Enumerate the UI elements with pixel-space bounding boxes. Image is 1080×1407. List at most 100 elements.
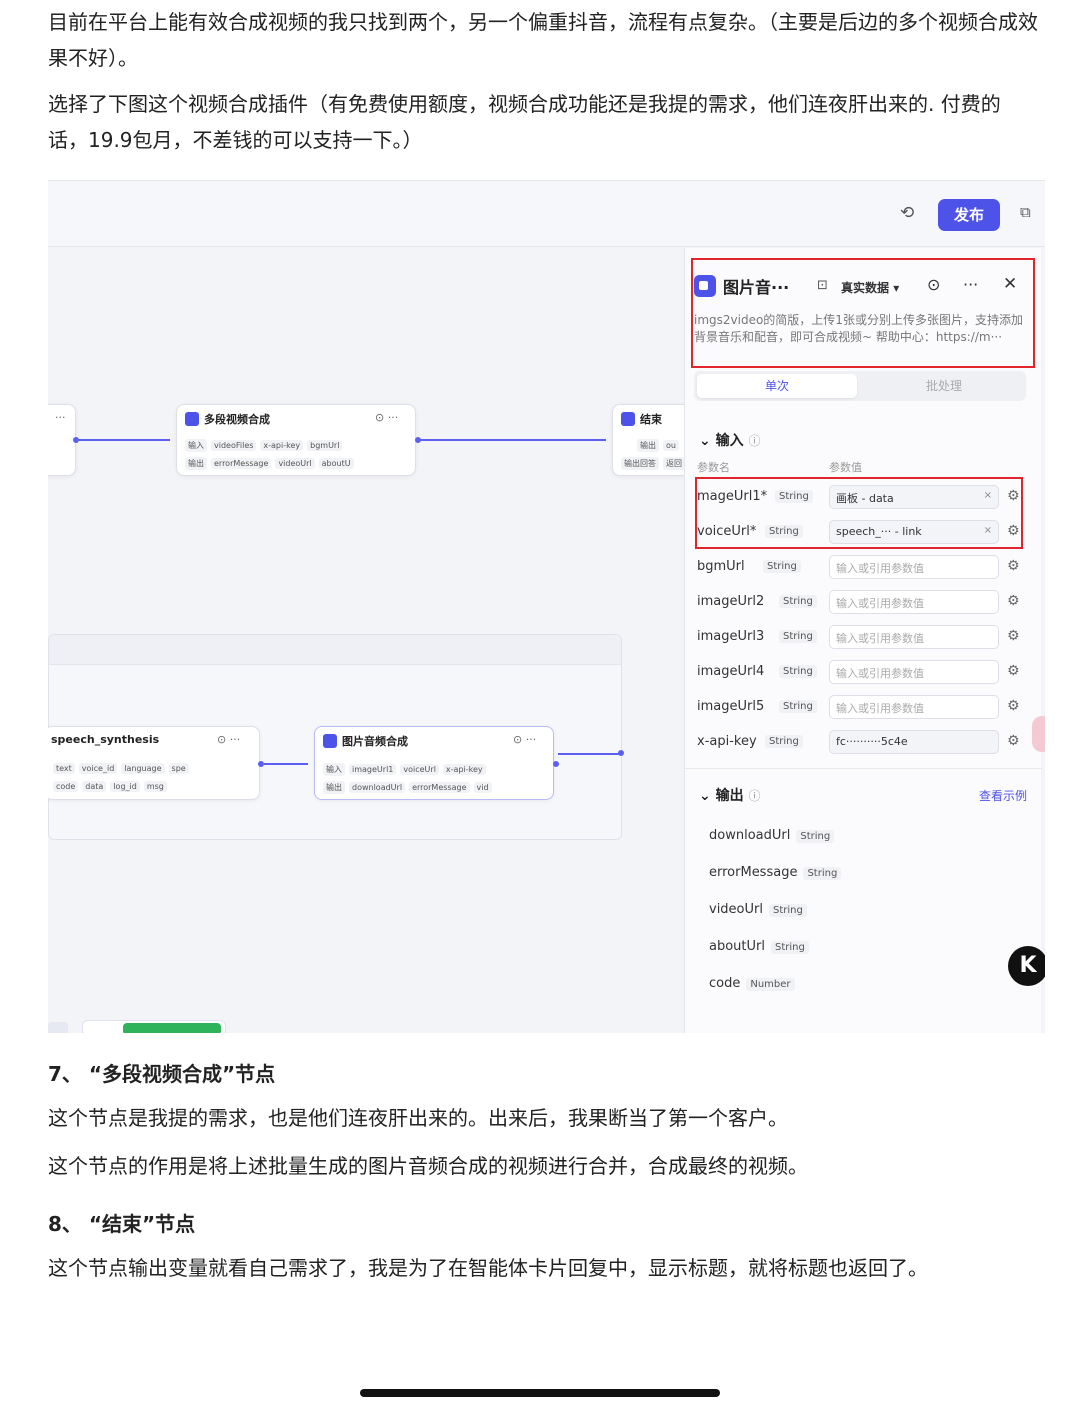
node-multi-video[interactable]: 多段视频合成 ⊙ ··· 输入 videoFiles x-api-key bgmUrl… (176, 404, 416, 476)
zoom-control[interactable] (48, 1022, 68, 1033)
node-title: 结束 (640, 413, 662, 426)
param-value-input[interactable]: 输入或引用参数值 (829, 695, 999, 719)
section-8-paragraph: 这个节点输出变量就看自己需求了，我是为了在智能体卡片回复中，显示标题，就将标题也… (48, 1256, 928, 1280)
node-title: speech_synthesis (51, 733, 160, 746)
param-row: imageUrl3 String 输入或引用参数值 ⚙ (697, 625, 1027, 651)
param-type: String (779, 595, 817, 608)
more-icon[interactable]: ··· (963, 275, 978, 294)
gear-icon[interactable]: ⚙ (1007, 628, 1020, 644)
output-type: String (770, 941, 809, 954)
param-type: String (779, 700, 817, 713)
gear-icon[interactable]: ⚙ (1007, 558, 1020, 574)
column-param-value: 参数值 (829, 461, 862, 474)
workflow-screenshot: ⟲ 发布 ⧉ ··· 多段视频合成 ⊙ ··· 输入 videoFiles x-ap… (48, 180, 1045, 1033)
param-name: imageUrl3 (697, 629, 765, 644)
output-row: errorMessage String (709, 861, 842, 883)
param-type: String (763, 560, 801, 573)
output-name: downloadUrl (709, 828, 791, 843)
connection-line (420, 439, 606, 441)
param-name: x-api-key (697, 734, 757, 749)
gear-icon[interactable]: ⚙ (1007, 733, 1020, 749)
output-row: downloadUrl String (709, 824, 835, 846)
param-name: imageUrl5 (697, 699, 765, 714)
output-row: code Number (709, 972, 795, 994)
run-icon[interactable]: ⊙ ··· (217, 733, 240, 746)
param-value-input[interactable]: 输入或引用参数值 (829, 660, 999, 684)
output-type: Number (746, 978, 795, 991)
gear-icon[interactable]: ⚙ (1007, 593, 1020, 609)
param-row: x-api-key String fc··········5c4e ⚙ (697, 730, 1027, 756)
run-icon[interactable]: ⊙ ··· (375, 411, 398, 424)
video-icon (694, 275, 716, 297)
clipped-node[interactable]: ··· (48, 404, 76, 476)
param-type: String (765, 735, 803, 748)
param-value-input[interactable]: 画板 - data × (829, 485, 999, 509)
clear-icon[interactable]: × (984, 525, 992, 536)
output-section-header[interactable]: ⌄ 输出 ⓘ (699, 785, 761, 805)
node-config-panel: 图片音··· ⊡ 真实数据 ▾ ⊙ ··· ✕ imgs2video的简版，上传… (684, 248, 1042, 1033)
intro-paragraph: 目前在平台上能有效合成视频的我只找到两个，另一个偏重抖音，流程有点复杂。（主要是… (48, 10, 1038, 70)
data-mode-select[interactable]: 真实数据 ▾ (841, 279, 899, 296)
home-indicator[interactable] (360, 1389, 720, 1397)
output-name: aboutUrl (709, 939, 765, 954)
param-name: mageUrl1* (697, 489, 768, 504)
history-icon[interactable]: ⟲ (900, 203, 914, 223)
node-image-audio[interactable]: 图片音频合成 ⊙ ··· 输入 imageUrl1 voiceUrl x-api-ke… (314, 726, 554, 800)
run-mode-tabs: 单次 批处理 (694, 371, 1026, 401)
workflow-canvas[interactable]: ··· 多段视频合成 ⊙ ··· 输入 videoFiles x-api-key bg… (48, 248, 702, 1033)
tab-batch[interactable]: 批处理 (864, 374, 1024, 398)
param-value-input[interactable]: 输入或引用参数值 (829, 625, 999, 649)
output-row: videoUrl String (709, 898, 807, 920)
output-type: String (768, 904, 807, 917)
view-example-link[interactable]: 查看示例 (979, 787, 1027, 804)
param-row: voiceUrl* String speech_··· - link × ⚙ (697, 520, 1027, 546)
output-name: errorMessage (709, 865, 798, 880)
output-name: code (709, 976, 741, 991)
node-speech-synthesis[interactable]: speech_synthesis ⊙ ··· text voice_id langu… (48, 726, 260, 800)
gear-icon[interactable]: ⚙ (1007, 663, 1020, 679)
param-type: String (765, 525, 803, 538)
compare-icon[interactable]: ⊡ (817, 278, 828, 293)
clear-icon[interactable]: × (984, 490, 992, 501)
param-row: imageUrl4 String 输入或引用参数值 ⚙ (697, 660, 1027, 686)
param-name: imageUrl4 (697, 664, 765, 679)
gear-icon[interactable]: ⚙ (1007, 698, 1020, 714)
play-icon[interactable]: ⊙ (927, 275, 940, 294)
input-section-header[interactable]: ⌄ 输入 ⓘ (699, 430, 761, 450)
port-dot (553, 761, 559, 767)
video-icon (185, 412, 199, 426)
param-type: String (775, 490, 813, 503)
param-value-input[interactable]: fc··········5c4e (829, 730, 999, 754)
param-name: voiceUrl* (697, 524, 757, 539)
param-type: String (779, 665, 817, 678)
param-row: imageUrl2 String 输入或引用参数值 ⚙ (697, 590, 1027, 616)
port-dot (618, 750, 624, 756)
connection-line (78, 439, 170, 441)
node-title: 图片音频合成 (342, 735, 408, 748)
section-7-paragraph-2: 这个节点的作用是将上述批量生成的图片音频合成的视频进行合并，合成最终的视频。 (48, 1154, 808, 1178)
group-header (49, 635, 621, 665)
gear-icon[interactable]: ⚙ (1007, 488, 1020, 504)
plugin-description: imgs2video的简版，上传1张或分别上传多张图片，支持添加背景音乐和配音，… (694, 313, 1023, 344)
canvas-toolbar[interactable] (82, 1020, 226, 1033)
connection-line (264, 763, 308, 765)
run-icon[interactable]: ⊙ ··· (513, 733, 536, 746)
publish-button[interactable]: 发布 (938, 199, 1000, 231)
connection-line (558, 753, 620, 755)
video-icon (323, 734, 337, 748)
tab-single[interactable]: 单次 (697, 374, 857, 398)
k-logo-badge[interactable]: K (1008, 946, 1045, 986)
gear-icon[interactable]: ⚙ (1007, 523, 1020, 539)
column-param-name: 参数名 (697, 461, 730, 474)
param-value-input[interactable]: 输入或引用参数值 (829, 590, 999, 614)
floating-tab[interactable] (1032, 716, 1045, 752)
panel-title: 图片音··· (723, 278, 790, 297)
copy-icon[interactable]: ⧉ (1020, 203, 1031, 221)
workflow-toolbar: ⟲ 发布 ⧉ (48, 181, 1045, 247)
close-icon[interactable]: ✕ (1003, 274, 1017, 294)
param-value-input[interactable]: speech_··· - link × (829, 520, 999, 544)
param-value-input[interactable]: 输入或引用参数值 (829, 555, 999, 579)
param-type: String (779, 630, 817, 643)
run-button[interactable] (123, 1023, 221, 1033)
info-icon: ⓘ (748, 789, 761, 803)
